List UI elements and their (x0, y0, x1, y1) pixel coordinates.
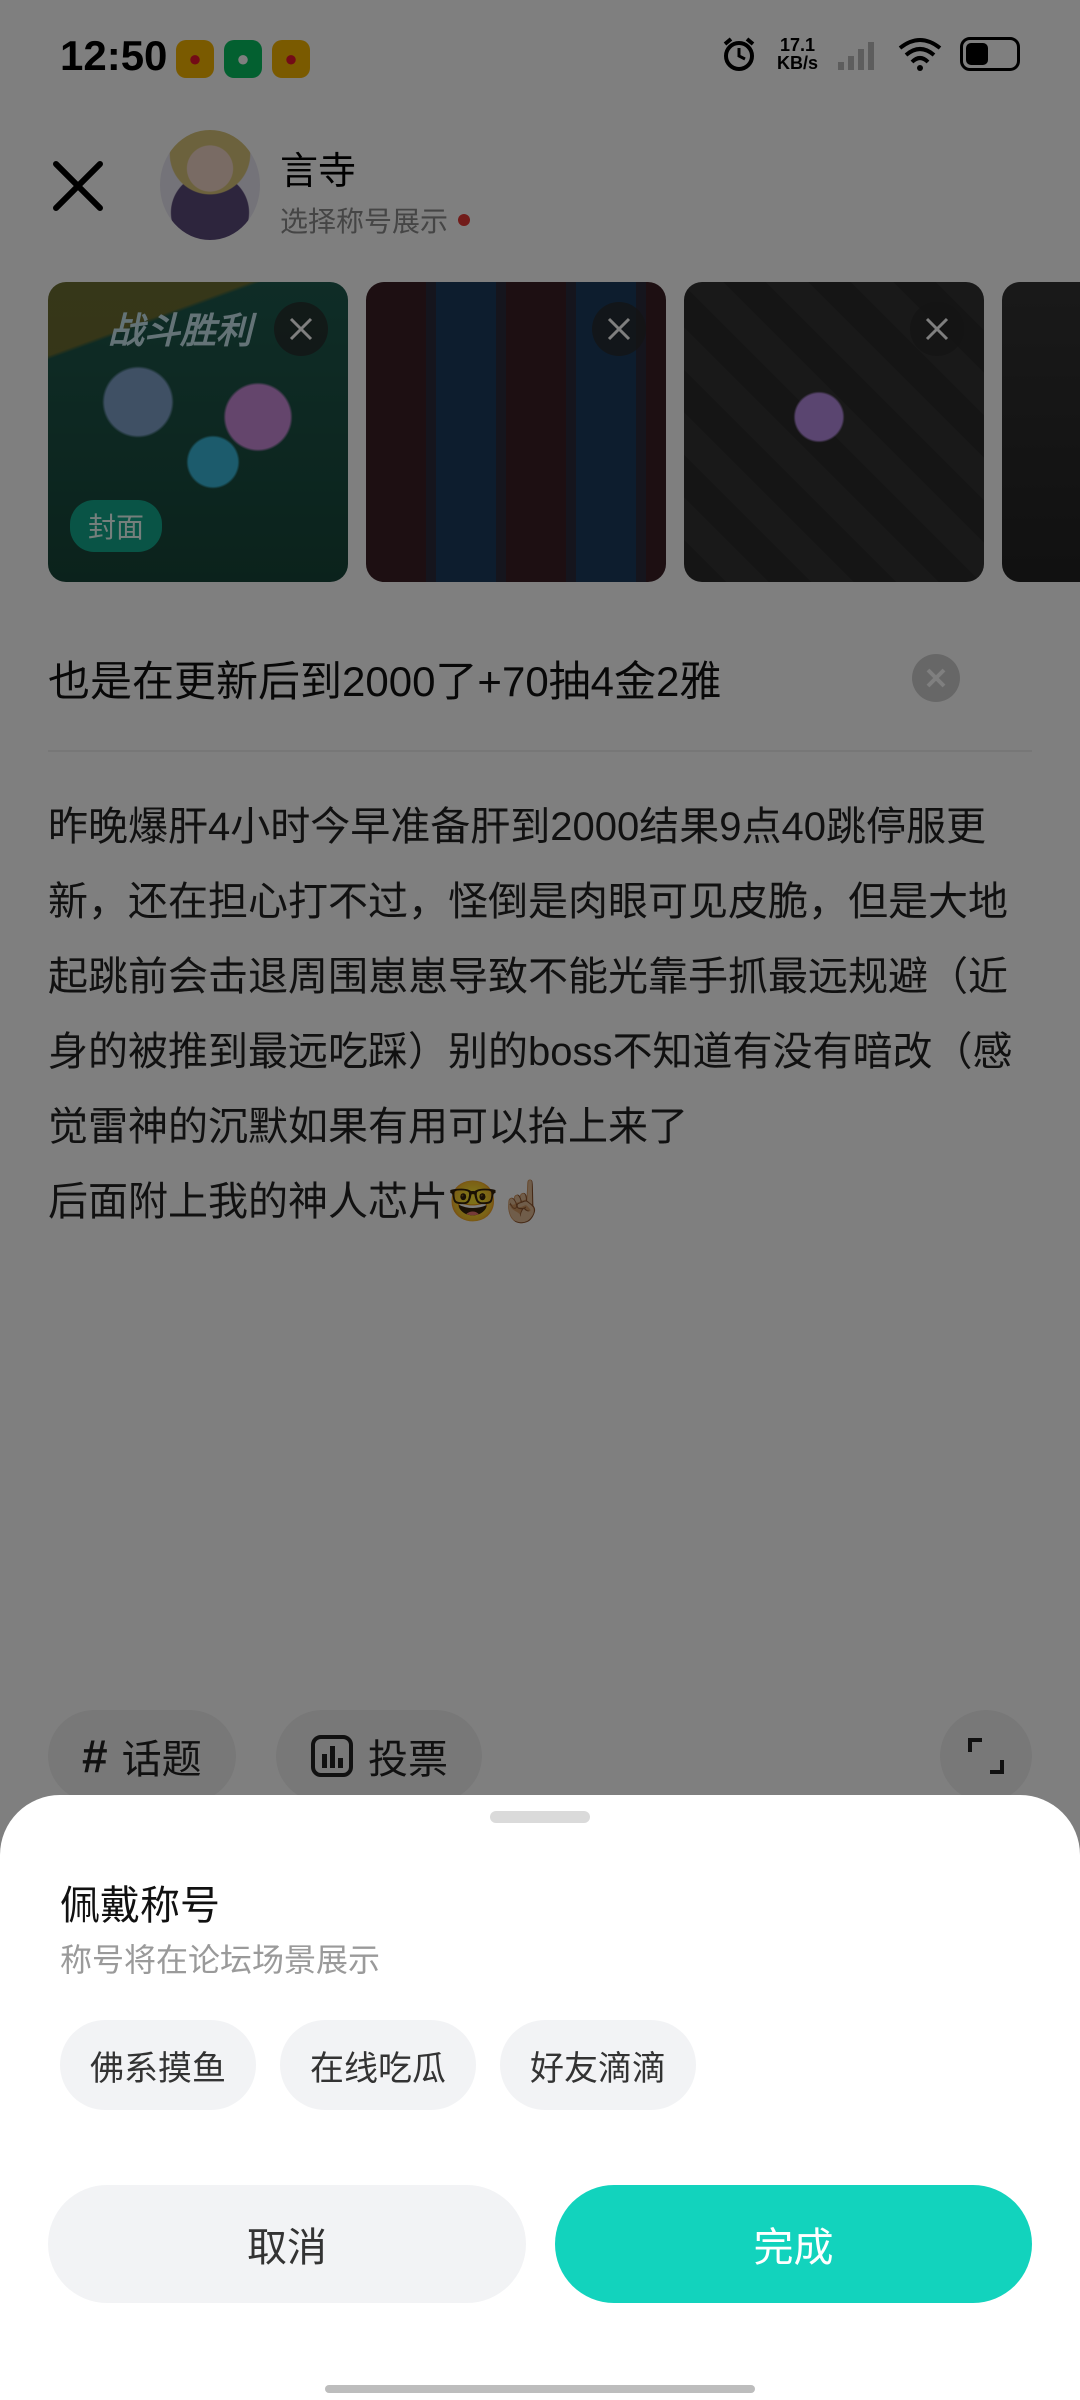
done-button[interactable]: 完成 (555, 2185, 1032, 2303)
home-indicator[interactable] (325, 2385, 755, 2393)
title-options: 佛系摸鱼 在线吃瓜 好友滴滴 (60, 2020, 696, 2110)
sheet-subtitle: 称号将在论坛场景展示 (60, 1942, 381, 1978)
sheet-title: 佩戴称号 (60, 1884, 220, 1928)
title-option[interactable]: 佛系摸鱼 (60, 2020, 256, 2110)
title-bottom-sheet: 佩戴称号 称号将在论坛场景展示 佛系摸鱼 在线吃瓜 好友滴滴 取消 完成 (0, 1795, 1080, 2400)
drag-handle[interactable] (490, 1811, 590, 1823)
title-option[interactable]: 好友滴滴 (500, 2020, 696, 2110)
title-option[interactable]: 在线吃瓜 (280, 2020, 476, 2110)
cancel-button[interactable]: 取消 (48, 2185, 526, 2303)
